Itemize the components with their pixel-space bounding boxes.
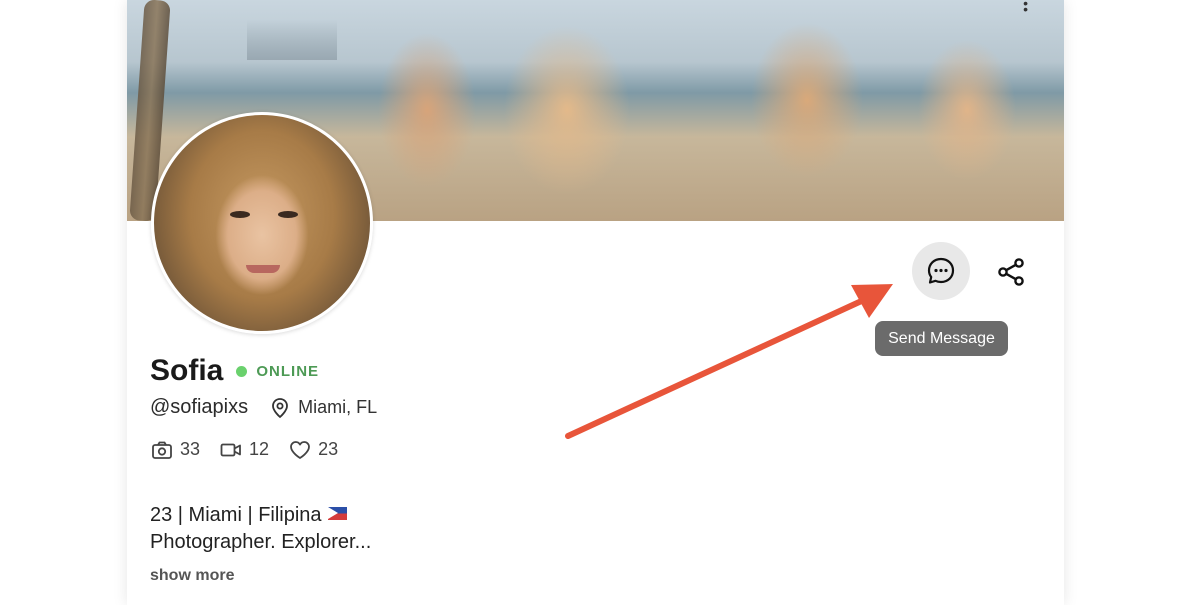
annotation-arrow bbox=[565, 284, 893, 439]
